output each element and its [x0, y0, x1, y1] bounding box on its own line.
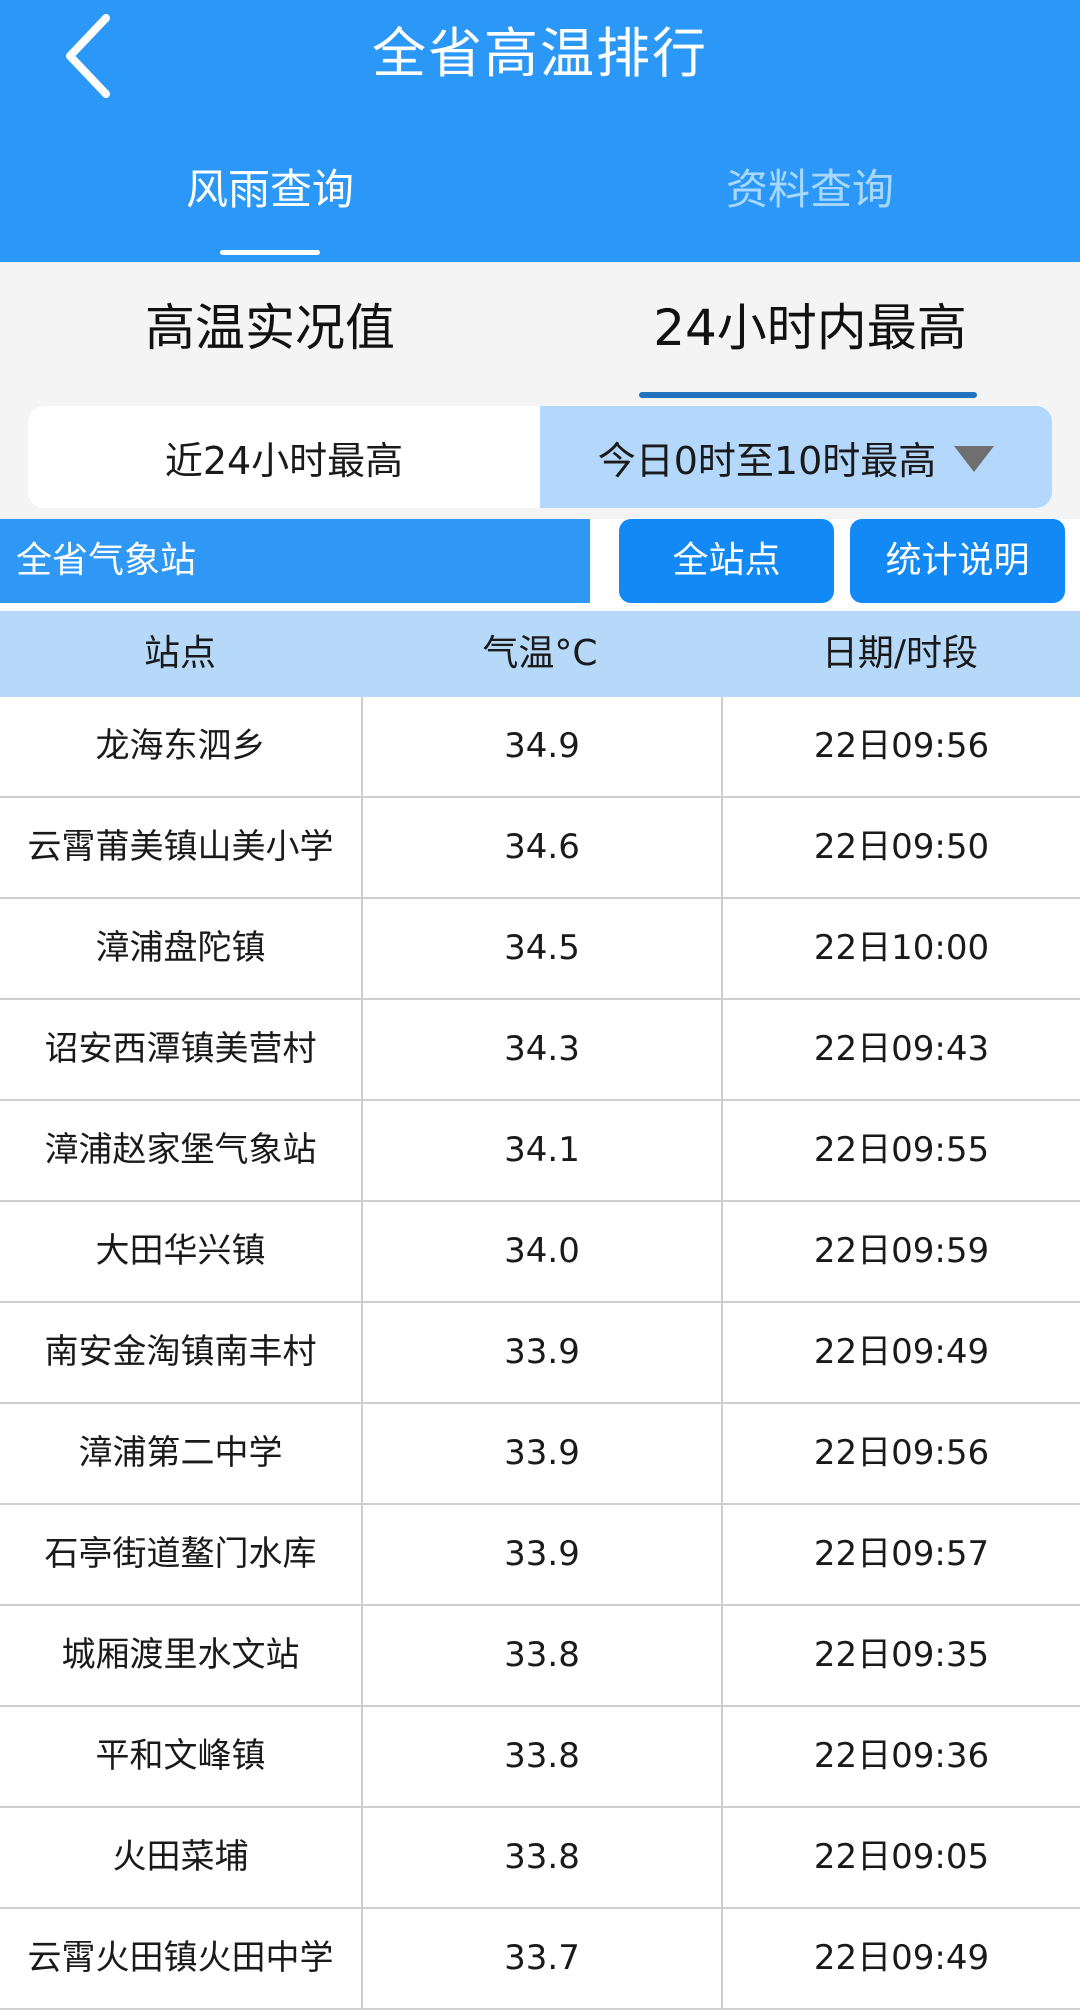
range-option-label: 近24小时最高	[164, 438, 404, 483]
subtab-live-high-temp[interactable]: 高温实况值	[0, 290, 540, 366]
range-option-label: 今日0时至10时最高	[597, 438, 937, 483]
table-row[interactable]: 平和文峰镇 33.8 22日09:36	[0, 1707, 1080, 1808]
range-section: 近24小时最高 今日0时至10时最高	[0, 402, 1080, 519]
table-row[interactable]: 石亭街道鳌门水库 33.9 22日09:57	[0, 1505, 1080, 1606]
table-row[interactable]: 漳浦盘陀镇 34.5 22日10:00	[0, 899, 1080, 1000]
station-cell: 大田华兴镇	[0, 1202, 363, 1301]
table-row[interactable]: 龙海东泗乡 34.9 22日09:56	[0, 697, 1080, 798]
station-cell: 云霄火田镇火田中学	[0, 1909, 363, 2008]
range-option-today-dropdown[interactable]: 今日0时至10时最高	[540, 406, 1052, 508]
triangle-down-icon	[954, 446, 995, 472]
station-cell: 漳浦第二中学	[0, 1404, 363, 1503]
table-row[interactable]: 漳浦第二中学 33.9 22日09:56	[0, 1404, 1080, 1505]
time-cell: 22日09:36	[813, 1736, 990, 1776]
time-cell: 22日09:49	[813, 1938, 990, 1978]
station-cell: 漳浦盘陀镇	[0, 899, 363, 998]
time-cell: 22日09:50	[813, 827, 990, 867]
station-cell: 龙海东泗乡	[0, 697, 363, 796]
table-row[interactable]: 云霄莆美镇山美小学 34.6 22日09:50	[0, 798, 1080, 899]
time-cell: 22日09:05	[813, 1837, 990, 1877]
station-cell: 南安金淘镇南丰村	[0, 1303, 363, 1402]
time-cell: 22日09:56	[813, 726, 990, 766]
temperature-cell: 33.8	[363, 1707, 723, 1806]
active-subtab-indicator	[639, 392, 977, 398]
time-cell: 22日09:59	[813, 1231, 990, 1271]
subtab-24h-max[interactable]: 24小时内最高	[540, 290, 1080, 366]
station-cell: 平和文峰镇	[0, 1707, 363, 1806]
active-tab-indicator	[220, 250, 320, 255]
temperature-cell: 33.7	[363, 1909, 723, 2008]
table-header: 站点 气温°C 日期/时段	[0, 611, 1080, 697]
table-row[interactable]: 南安金淘镇南丰村 33.9 22日09:49	[0, 1303, 1080, 1404]
temperature-cell: 33.9	[363, 1303, 723, 1402]
filter-bar: 全省气象站 全站点 统计说明	[0, 519, 1080, 611]
station-cell: 诏安西潭镇美营村	[0, 1000, 363, 1099]
temperature-cell: 34.3	[363, 1000, 723, 1099]
table-row[interactable]: 火田菜埔 33.8 22日09:05	[0, 1808, 1080, 1909]
temperature-cell: 33.8	[363, 1606, 723, 1705]
column-header-time: 日期/时段	[821, 633, 979, 674]
temperature-cell: 33.9	[363, 1505, 723, 1604]
temperature-cell: 34.6	[363, 798, 723, 897]
subtab-bar: 高温实况值 24小时内最高	[0, 262, 1080, 402]
temperature-cell: 34.0	[363, 1202, 723, 1301]
station-cell: 漳浦赵家堡气象站	[0, 1101, 363, 1200]
range-option-last-24h[interactable]: 近24小时最高	[28, 406, 540, 508]
table-body: 龙海东泗乡 34.9 22日09:56 云霄莆美镇山美小学 34.6 22日09…	[0, 697, 1080, 2010]
region-label: 全省气象站	[0, 519, 590, 603]
time-cell: 22日09:49	[813, 1332, 990, 1372]
station-cell: 云霄莆美镇山美小学	[0, 798, 363, 897]
table-row[interactable]: 城厢渡里水文站 33.8 22日09:35	[0, 1606, 1080, 1707]
station-cell: 城厢渡里水文站	[0, 1606, 363, 1705]
time-cell: 22日09:43	[813, 1029, 990, 1069]
table-row[interactable]: 诏安西潭镇美营村 34.3 22日09:43	[0, 1000, 1080, 1101]
page-title: 全省高温排行	[372, 22, 708, 85]
time-cell: 22日10:00	[813, 928, 990, 968]
table-row[interactable]: 漳浦赵家堡气象站 34.1 22日09:55	[0, 1101, 1080, 1202]
app-header: 全省高温排行 风雨查询 资料查询	[0, 0, 1080, 262]
tab-data-query[interactable]: 资料查询	[540, 158, 1080, 222]
column-header-temperature: 气温°C	[482, 633, 598, 674]
range-toggle: 近24小时最高 今日0时至10时最高	[28, 406, 1052, 508]
table-row[interactable]: 大田华兴镇 34.0 22日09:59	[0, 1202, 1080, 1303]
temperature-cell: 34.1	[363, 1101, 723, 1200]
time-cell: 22日09:56	[813, 1433, 990, 1473]
station-cell: 石亭街道鳌门水库	[0, 1505, 363, 1604]
time-cell: 22日09:35	[813, 1635, 990, 1675]
tab-wind-rain-query[interactable]: 风雨查询	[0, 158, 540, 222]
temperature-cell: 33.8	[363, 1808, 723, 1907]
temperature-cell: 33.9	[363, 1404, 723, 1503]
all-stations-button[interactable]: 全站点	[619, 519, 834, 603]
temperature-cell: 34.9	[363, 697, 723, 796]
time-cell: 22日09:55	[813, 1130, 990, 1170]
table-row[interactable]: 云霄火田镇火田中学 33.7 22日09:49	[0, 1909, 1080, 2010]
station-cell: 火田菜埔	[0, 1808, 363, 1907]
statistics-explanation-button[interactable]: 统计说明	[850, 519, 1065, 603]
column-header-station: 站点	[143, 633, 216, 674]
time-cell: 22日09:57	[813, 1534, 990, 1574]
temperature-cell: 34.5	[363, 899, 723, 998]
